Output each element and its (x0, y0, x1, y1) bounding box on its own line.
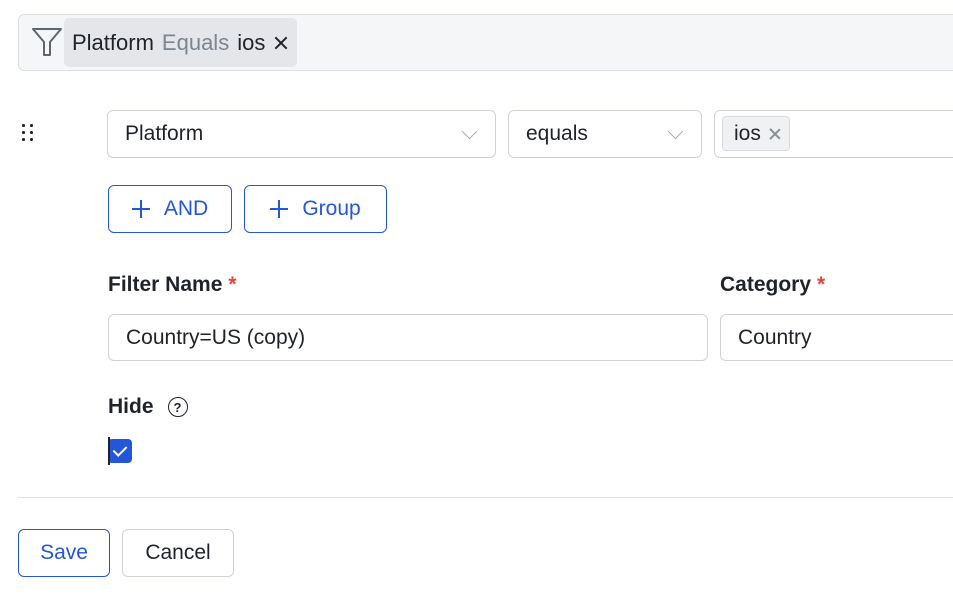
category-select-value: Country (738, 325, 812, 349)
filter-chip-value: ios (237, 29, 266, 55)
text-cursor (108, 437, 110, 465)
operator-select-value: equals (526, 122, 588, 145)
chevron-down-icon (461, 123, 478, 140)
plus-icon (270, 200, 289, 218)
cancel-button[interactable]: Cancel (122, 529, 234, 577)
save-button-label: Save (40, 541, 88, 564)
filter-name-label-text: Filter Name (108, 273, 223, 296)
required-mark: * (817, 273, 826, 296)
add-group-label: Group (302, 197, 361, 220)
remove-tag-icon[interactable] (769, 128, 781, 140)
category-select[interactable]: Country (720, 314, 953, 361)
save-button[interactable]: Save (18, 529, 110, 577)
field-select-value: Platform (125, 122, 204, 145)
drag-handle-icon[interactable] (21, 124, 37, 142)
funnel-icon[interactable] (31, 26, 63, 58)
filter-chip-operator: Equals (161, 29, 230, 55)
divider (18, 497, 953, 498)
filter-name-input[interactable] (108, 314, 708, 361)
filter-name-label: Filter Name * (108, 273, 237, 297)
hide-label: Hide ? (108, 395, 188, 419)
field-select[interactable]: Platform (107, 110, 496, 158)
add-and-button[interactable]: AND (108, 185, 232, 233)
hide-label-text: Hide (108, 395, 154, 418)
chevron-down-icon (667, 123, 684, 140)
remove-filter-icon[interactable] (274, 36, 288, 50)
cancel-button-label: Cancel (145, 541, 211, 564)
category-label: Category * (720, 273, 825, 297)
filter-chip[interactable]: Platform Equals ios (64, 18, 297, 67)
help-circle-icon[interactable]: ? (167, 397, 188, 417)
plus-icon (131, 200, 150, 218)
category-label-text: Category (720, 273, 812, 296)
add-group-button[interactable]: Group (244, 185, 387, 233)
value-tag: ios (722, 116, 790, 151)
hide-checkbox[interactable] (108, 439, 132, 463)
value-tag-label: ios (734, 121, 761, 145)
add-and-label: AND (163, 197, 209, 220)
required-mark: * (228, 273, 237, 296)
operator-select[interactable]: equals (508, 110, 702, 158)
filter-chip-field: Platform (72, 29, 154, 55)
